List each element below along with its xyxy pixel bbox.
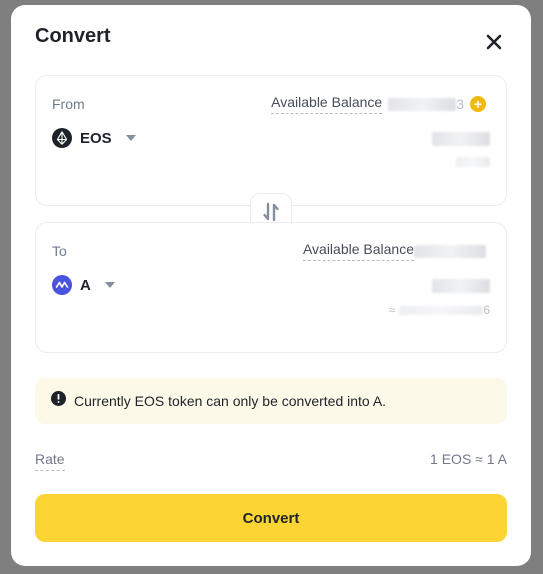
- from-label: From: [52, 96, 85, 112]
- plus-circle-icon[interactable]: +: [470, 96, 486, 112]
- approx-redacted: [399, 305, 484, 315]
- from-token-name: EOS: [80, 129, 112, 147]
- from-amount-redacted-2: [456, 154, 490, 172]
- approx-prefix: ≈: [388, 303, 396, 317]
- chevron-down-icon: [104, 282, 115, 288]
- rate-label[interactable]: Rate: [35, 451, 65, 471]
- from-balance-redacted: [388, 97, 457, 111]
- from-amount-redacted: [432, 132, 490, 151]
- approx-suffix: 6: [483, 303, 490, 317]
- to-amount-redacted: [432, 279, 490, 298]
- notice-text: Currently EOS token can only be converte…: [74, 393, 387, 409]
- to-balance-redacted: [414, 244, 486, 258]
- rate-value: 1 EOS ≈ 1 A: [430, 451, 507, 467]
- chevron-down-icon: [125, 135, 136, 141]
- to-approx-value: ≈ 6: [389, 303, 490, 317]
- exclamation-circle-icon: [51, 391, 66, 411]
- eos-icon: [52, 128, 72, 148]
- notice-banner: Currently EOS token can only be converte…: [35, 378, 507, 424]
- to-card: To Available Balance A ≈ 6: [35, 222, 507, 353]
- from-available-balance: Available Balance 3 +: [271, 94, 486, 114]
- to-token-name: A: [80, 276, 91, 294]
- to-label: To: [52, 243, 67, 259]
- from-balance-label[interactable]: Available Balance: [271, 94, 383, 114]
- to-balance-label[interactable]: Available Balance: [302, 241, 414, 261]
- from-token-selector[interactable]: EOS: [52, 128, 136, 148]
- from-balance-suffix: 3: [456, 96, 464, 112]
- a-token-icon: [52, 275, 72, 295]
- convert-button[interactable]: Convert: [35, 494, 507, 542]
- from-card: From Available Balance 3 + EOS: [35, 75, 507, 206]
- convert-modal: Convert From Available Balance 3 + EOS T…: [11, 5, 531, 566]
- close-icon[interactable]: [481, 29, 507, 55]
- to-available-balance: Available Balance: [302, 241, 486, 261]
- modal-title: Convert: [35, 25, 111, 47]
- to-token-selector[interactable]: A: [52, 275, 115, 295]
